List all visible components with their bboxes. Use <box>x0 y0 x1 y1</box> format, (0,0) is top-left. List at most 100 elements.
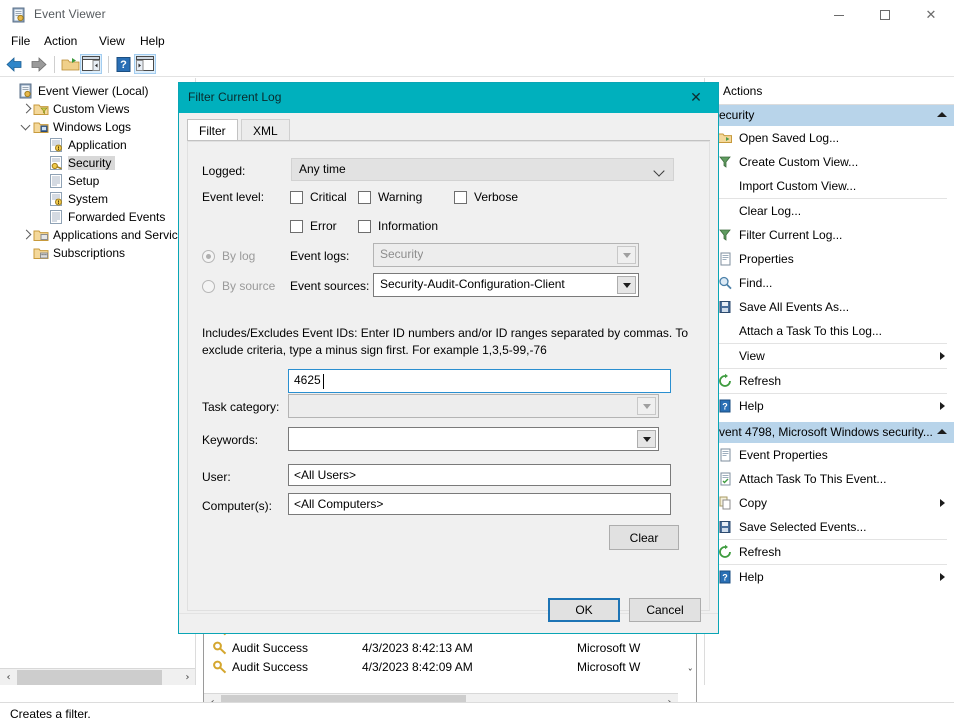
cancel-button[interactable]: Cancel <box>629 598 701 622</box>
action-item-label: Save All Events As... <box>739 300 849 314</box>
help-button[interactable]: ? <box>113 55 134 74</box>
checkbox-box <box>358 220 371 233</box>
radio-dot <box>202 280 215 293</box>
actions-group-label: Event 4798, Microsoft Windows security..… <box>711 425 933 439</box>
action-item-refresh[interactable]: Refresh <box>705 540 954 564</box>
ok-button[interactable]: OK <box>548 598 620 622</box>
show-hide-preview-pane-button[interactable] <box>134 54 156 74</box>
dropdown-arrow-icon[interactable] <box>617 276 636 294</box>
action-item-save-all-events-as[interactable]: Save All Events As... <box>705 295 954 319</box>
clear-button[interactable]: Clear <box>609 525 679 550</box>
dropdown-arrow-icon[interactable] <box>637 397 656 415</box>
action-item-filter-current-log[interactable]: Filter Current Log... <box>705 223 954 247</box>
tree-item-application[interactable]: Application <box>0 136 196 154</box>
task-category-select[interactable] <box>288 394 659 418</box>
tree-item-windows-logs[interactable]: Windows Logs <box>0 118 196 136</box>
audit-key-icon <box>212 640 228 656</box>
event-sources-select[interactable]: Security-Audit-Configuration-Client <box>373 273 639 297</box>
expander-placeholder <box>36 175 48 187</box>
keywords-select[interactable] <box>288 427 659 451</box>
action-item-label: Find... <box>739 276 772 290</box>
menu-help[interactable]: Help <box>133 33 172 50</box>
refresh-icon <box>717 373 733 389</box>
show-hide-console-tree-button[interactable] <box>60 55 81 74</box>
action-item-save-selected-events[interactable]: Save Selected Events... <box>705 515 954 539</box>
copy-icon <box>717 495 733 511</box>
forward-button[interactable] <box>28 55 49 74</box>
tree-item-event-viewer-local[interactable]: Event Viewer (Local) <box>0 82 196 100</box>
tree-item-subscriptions[interactable]: Subscriptions <box>0 244 196 262</box>
tree-scroll-left-arrow[interactable]: ‹ <box>0 669 17 685</box>
minimize-button[interactable] <box>816 0 862 30</box>
dropdown-arrow-icon[interactable] <box>637 430 656 448</box>
menu-file[interactable]: File <box>4 33 37 50</box>
filter-form-panel: Logged: Any time Event level: Critical W… <box>187 141 710 611</box>
computers-input[interactable]: <All Computers> <box>288 493 671 515</box>
folder-subscriptions-icon <box>33 245 49 261</box>
actions-group-header[interactable]: Event 4798, Microsoft Windows security..… <box>705 422 954 443</box>
action-item-view[interactable]: View <box>705 344 954 368</box>
log-plain-icon <box>48 209 64 225</box>
expander-expanded-icon[interactable] <box>21 121 33 133</box>
user-input[interactable]: <All Users> <box>288 464 671 486</box>
event-ids-input[interactable]: 4625 <box>288 369 671 393</box>
tree-scroll-right-arrow[interactable]: › <box>179 669 196 685</box>
logged-select[interactable]: Any time <box>291 158 674 181</box>
back-button[interactable] <box>4 55 25 74</box>
action-item-create-custom-view[interactable]: Create Custom View... <box>705 150 954 174</box>
tree-item-security[interactable]: Security <box>0 154 196 172</box>
action-item-refresh[interactable]: Refresh <box>705 369 954 393</box>
action-item-attach-task-to-this-event[interactable]: Attach Task To This Event... <box>705 467 954 491</box>
expander-collapsed-icon[interactable] <box>21 229 33 241</box>
tree-item-system[interactable]: System <box>0 190 196 208</box>
expander-collapsed-icon[interactable] <box>21 103 33 115</box>
actions-group-header[interactable]: Security <box>705 105 954 126</box>
table-row[interactable]: Audit Success4/3/2023 8:42:09 AMMicrosof… <box>204 657 696 676</box>
action-item-clear-log[interactable]: Clear Log... <box>705 199 954 223</box>
event-sources-value: Security-Audit-Configuration-Client <box>380 277 565 291</box>
menu-action[interactable]: Action <box>37 33 84 50</box>
maximize-button[interactable] <box>862 0 908 30</box>
action-item-copy[interactable]: Copy <box>705 491 954 515</box>
event-ids-value: 4625 <box>294 373 321 387</box>
folder-logs-icon <box>33 119 49 135</box>
chevron-up-icon[interactable] <box>937 112 947 117</box>
tree-scroll-thumb[interactable] <box>17 670 162 685</box>
action-item-help[interactable]: ?Help <box>705 394 954 418</box>
chevron-up-icon[interactable] <box>937 429 947 434</box>
checkbox-box <box>454 191 467 204</box>
row-source: Microsoft W <box>577 641 687 655</box>
list-scroll-down-arrow[interactable]: ˇ <box>688 667 694 680</box>
logged-label: Logged: <box>202 164 245 178</box>
event-logs-select[interactable]: Security <box>373 243 639 267</box>
tree-item-setup[interactable]: Setup <box>0 172 196 190</box>
show-hide-action-pane-button[interactable] <box>80 54 102 74</box>
action-item-help[interactable]: ?Help <box>705 565 954 589</box>
menubar: File Action View Help <box>0 30 954 52</box>
tree-item-applications-and-services[interactable]: Applications and Services <box>0 226 196 244</box>
action-item-event-properties[interactable]: Event Properties <box>705 443 954 467</box>
user-label: User: <box>202 470 231 484</box>
dropdown-arrow-icon[interactable] <box>617 246 636 264</box>
action-item-find[interactable]: Find... <box>705 271 954 295</box>
tree-horizontal-scrollbar[interactable]: ‹ › <box>0 668 196 685</box>
dialog-titlebar[interactable]: Filter Current Log ✕ <box>179 83 718 113</box>
menu-view[interactable]: View <box>92 33 132 50</box>
action-item-open-saved-log[interactable]: Open Saved Log... <box>705 126 954 150</box>
action-item-properties[interactable]: Properties <box>705 247 954 271</box>
log-icon <box>48 191 64 207</box>
close-icon[interactable]: ✕ <box>908 0 954 30</box>
action-item-label: Attach Task To This Event... <box>739 472 886 486</box>
tab-xml[interactable]: XML <box>241 119 290 141</box>
dialog-close-icon[interactable]: ✕ <box>674 83 718 113</box>
action-item-label: Filter Current Log... <box>739 228 842 242</box>
expander-placeholder <box>36 211 48 223</box>
user-value: <All Users> <box>294 468 356 482</box>
action-item-import-custom-view[interactable]: Import Custom View... <box>705 174 954 198</box>
tab-filter[interactable]: Filter <box>187 119 238 141</box>
tree-item-custom-views[interactable]: Custom Views <box>0 100 196 118</box>
tree-item-forwarded-events[interactable]: Forwarded Events <box>0 208 196 226</box>
action-item-label: Create Custom View... <box>739 155 858 169</box>
table-row[interactable]: Audit Success4/3/2023 8:42:13 AMMicrosof… <box>204 638 696 657</box>
action-item-attach-a-task-to-this-log[interactable]: Attach a Task To this Log... <box>705 319 954 343</box>
